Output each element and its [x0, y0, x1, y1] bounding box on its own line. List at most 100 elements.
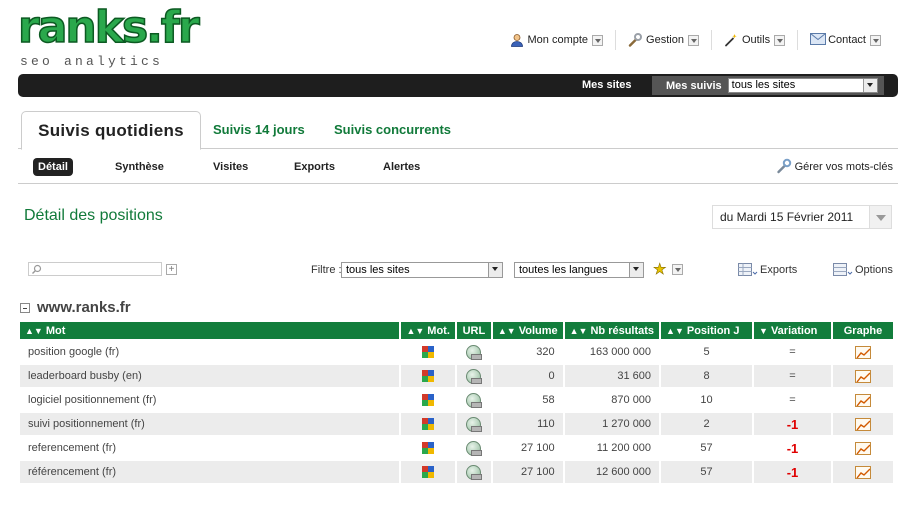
subnav-exports[interactable]: Exports [294, 158, 335, 176]
line-chart-icon[interactable] [854, 369, 871, 383]
cell-url[interactable] [456, 437, 491, 461]
logo[interactable]: ranks.fr seo analytics [17, 3, 200, 70]
tab-suivis-concurrents[interactable]: Suivis concurrents [334, 111, 451, 149]
wrench-icon [776, 158, 792, 177]
cell-graphe[interactable] [832, 389, 893, 413]
column-header-position[interactable]: ▲▼ Position J [661, 322, 753, 341]
chevron-down-icon[interactable] [672, 264, 683, 275]
sort-icon: ▲▼ [25, 325, 43, 336]
cell-nb-resultats: 31 600 [564, 365, 660, 389]
date-select[interactable]: du Mardi 15 Février 2011 [712, 205, 892, 229]
tab-suivis-quotidiens[interactable]: Suivis quotidiens [21, 111, 201, 150]
line-chart-icon[interactable] [854, 441, 871, 455]
chevron-down-icon[interactable] [592, 34, 604, 46]
favorite-star-icon[interactable]: ★ [653, 262, 667, 278]
column-header-url[interactable]: URL [456, 322, 491, 341]
positions-table: ▲▼ Mot ▲▼ Mot. URL ▲▼ Volume ▲▼ Nb résultats… [18, 322, 895, 485]
menu-label: Outils [741, 34, 771, 46]
url-globe-icon[interactable] [466, 392, 483, 408]
column-header-mot-engine[interactable]: ▲▼ Mot. [401, 322, 455, 341]
select-value: tous les sites [731, 79, 796, 91]
table-header-row: ▲▼ Mot ▲▼ Mot. URL ▲▼ Volume ▲▼ Nb résultats… [20, 322, 893, 341]
cell-engine [401, 413, 455, 437]
chevron-down-icon[interactable] [687, 34, 699, 46]
line-chart-icon[interactable] [854, 393, 871, 407]
line-chart-icon[interactable] [854, 465, 871, 479]
search-icon [32, 264, 42, 274]
url-globe-icon[interactable] [466, 440, 483, 456]
select-value: tous les sites [346, 264, 410, 276]
add-filter-button[interactable]: + [166, 264, 177, 275]
google-icon [422, 442, 435, 455]
line-chart-icon[interactable] [854, 417, 871, 431]
cell-variation: -1 [754, 461, 831, 485]
chevron-down-icon[interactable] [488, 263, 502, 277]
menu-mon-compte[interactable]: Mon compte [498, 30, 616, 50]
site-filter-select[interactable]: tous les sites [341, 262, 503, 278]
column-header-mot[interactable]: ▲▼ Mot [20, 322, 400, 341]
url-globe-icon[interactable] [466, 368, 483, 384]
cell-engine [401, 341, 455, 365]
cell-graphe[interactable] [832, 461, 893, 485]
cell-url[interactable] [456, 341, 491, 365]
options-button[interactable]: Options [833, 262, 893, 278]
user-icon [510, 33, 524, 47]
cell-keyword[interactable]: référencement (fr) [20, 461, 400, 485]
cell-engine [401, 437, 455, 461]
cell-variation: -1 [754, 413, 831, 437]
column-header-nb-resultats[interactable]: ▲▼ Nb résultats [564, 322, 660, 341]
subnav-visites[interactable]: Visites [213, 158, 248, 176]
keyword-search-input[interactable] [28, 262, 162, 276]
cell-graphe[interactable] [832, 341, 893, 365]
page-title: Détail des positions [24, 207, 163, 224]
url-globe-icon[interactable] [466, 416, 483, 432]
collapse-icon[interactable] [20, 302, 30, 313]
table-row: leaderboard busby (en) 0 31 600 8 = [20, 365, 893, 389]
mes-suivis-label: Mes suivis [666, 79, 722, 92]
menu-outils[interactable]: Outils [710, 30, 797, 50]
subnav-synthese[interactable]: Synthèse [115, 158, 164, 176]
cell-url[interactable] [456, 461, 491, 485]
manage-keywords-link[interactable]: Gérer vos mots-clés [776, 158, 893, 176]
menu-contact[interactable]: Contact [797, 30, 893, 50]
cell-graphe[interactable] [832, 437, 893, 461]
subnav-alertes[interactable]: Alertes [383, 158, 420, 176]
cell-url[interactable] [456, 389, 491, 413]
line-chart-icon[interactable] [854, 345, 871, 359]
cell-nb-resultats: 1 270 000 [564, 413, 660, 437]
cell-keyword[interactable]: leaderboard busby (en) [20, 365, 400, 389]
url-globe-icon[interactable] [466, 344, 483, 360]
chevron-down-icon[interactable] [629, 263, 643, 277]
header-label: URL [462, 324, 486, 337]
cell-keyword[interactable]: position google (fr) [20, 341, 400, 365]
envelope-icon [810, 33, 827, 47]
column-header-volume[interactable]: ▲▼ Volume [492, 322, 563, 341]
cell-url[interactable] [456, 413, 491, 437]
sort-icon: ▲▼ [666, 325, 684, 336]
suivis-site-select[interactable]: tous les sites [727, 78, 878, 93]
subnav-detail[interactable]: Détail [33, 158, 73, 176]
manage-keywords-label: Gérer vos mots-clés [794, 161, 893, 173]
chevron-down-icon[interactable] [774, 34, 786, 46]
google-icon [422, 466, 435, 479]
cell-keyword[interactable]: suivi positionnement (fr) [20, 413, 400, 437]
cell-graphe[interactable] [832, 413, 893, 437]
cell-keyword[interactable]: logiciel positionnement (fr) [20, 389, 400, 413]
cell-url[interactable] [456, 365, 491, 389]
exports-button[interactable]: Exports [738, 262, 797, 278]
main-tabs: Suivis quotidiens Suivis 14 jours Suivis… [18, 111, 898, 150]
language-filter-select[interactable]: toutes les langues [514, 262, 644, 278]
chevron-down-icon[interactable] [870, 34, 881, 46]
tab-suivis-14-jours[interactable]: Suivis 14 jours [213, 111, 305, 149]
url-globe-icon[interactable] [466, 464, 483, 480]
cell-keyword[interactable]: referencement (fr) [20, 437, 400, 461]
cell-graphe[interactable] [832, 365, 893, 389]
mes-suivis-panel: Mes suivis tous les sites [652, 76, 884, 95]
cell-position: 10 [661, 389, 753, 413]
exports-label: Exports [760, 264, 798, 276]
menu-gestion[interactable]: Gestion [615, 30, 711, 50]
chevron-down-icon[interactable] [869, 206, 891, 228]
mes-sites-link[interactable]: Mes sites [582, 79, 632, 91]
chevron-down-icon[interactable] [862, 79, 877, 92]
column-header-variation[interactable]: ▼ Variation [754, 322, 831, 341]
